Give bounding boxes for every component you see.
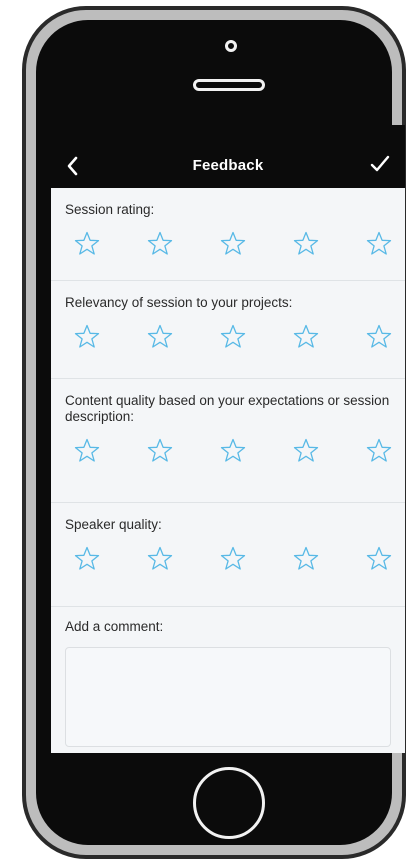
app-screen: Feedback Session rating: Relevancy of ses… [51,125,405,753]
comment-input[interactable] [65,647,391,747]
rating-question: Speaker quality: [51,503,405,607]
comment-label: Add a comment: [65,619,164,634]
star-icon[interactable] [292,545,320,573]
star-icon[interactable] [365,545,393,573]
checkmark-icon [370,155,390,172]
star-icon[interactable] [219,545,247,573]
rating-question: Relevancy of session to your projects: [51,281,405,379]
star-icon[interactable] [146,437,174,465]
star-icon[interactable] [219,323,247,351]
question-label: Session rating: [65,202,155,217]
question-label: Speaker quality: [65,517,162,532]
star-rating [65,437,393,465]
star-icon[interactable] [146,545,174,573]
star-icon[interactable] [219,437,247,465]
done-button[interactable] [369,153,391,175]
page-title: Feedback [192,157,264,174]
star-icon[interactable] [73,230,101,258]
question-label: Content quality based on your expectatio… [65,393,390,424]
rating-question: Session rating: [51,188,405,281]
rating-question: Content quality based on your expectatio… [51,379,405,503]
star-icon[interactable] [73,323,101,351]
nav-bar: Feedback [51,143,405,188]
star-icon[interactable] [73,545,101,573]
star-icon[interactable] [146,323,174,351]
status-bar [51,125,405,143]
earpiece-speaker-icon [193,79,265,91]
front-camera-icon [225,40,237,52]
comment-section: Add a comment: [51,607,405,747]
question-label: Relevancy of session to your projects: [65,295,293,310]
star-icon[interactable] [73,437,101,465]
star-rating [65,230,393,258]
star-rating [65,545,393,573]
home-button[interactable] [193,767,265,839]
star-icon[interactable] [365,230,393,258]
star-icon[interactable] [146,230,174,258]
star-icon[interactable] [292,323,320,351]
star-icon[interactable] [292,230,320,258]
star-rating [65,323,393,351]
star-icon[interactable] [365,437,393,465]
star-icon[interactable] [365,323,393,351]
star-icon[interactable] [219,230,247,258]
star-icon[interactable] [292,437,320,465]
rating-questions: Session rating: Relevancy of session to y… [51,188,405,607]
